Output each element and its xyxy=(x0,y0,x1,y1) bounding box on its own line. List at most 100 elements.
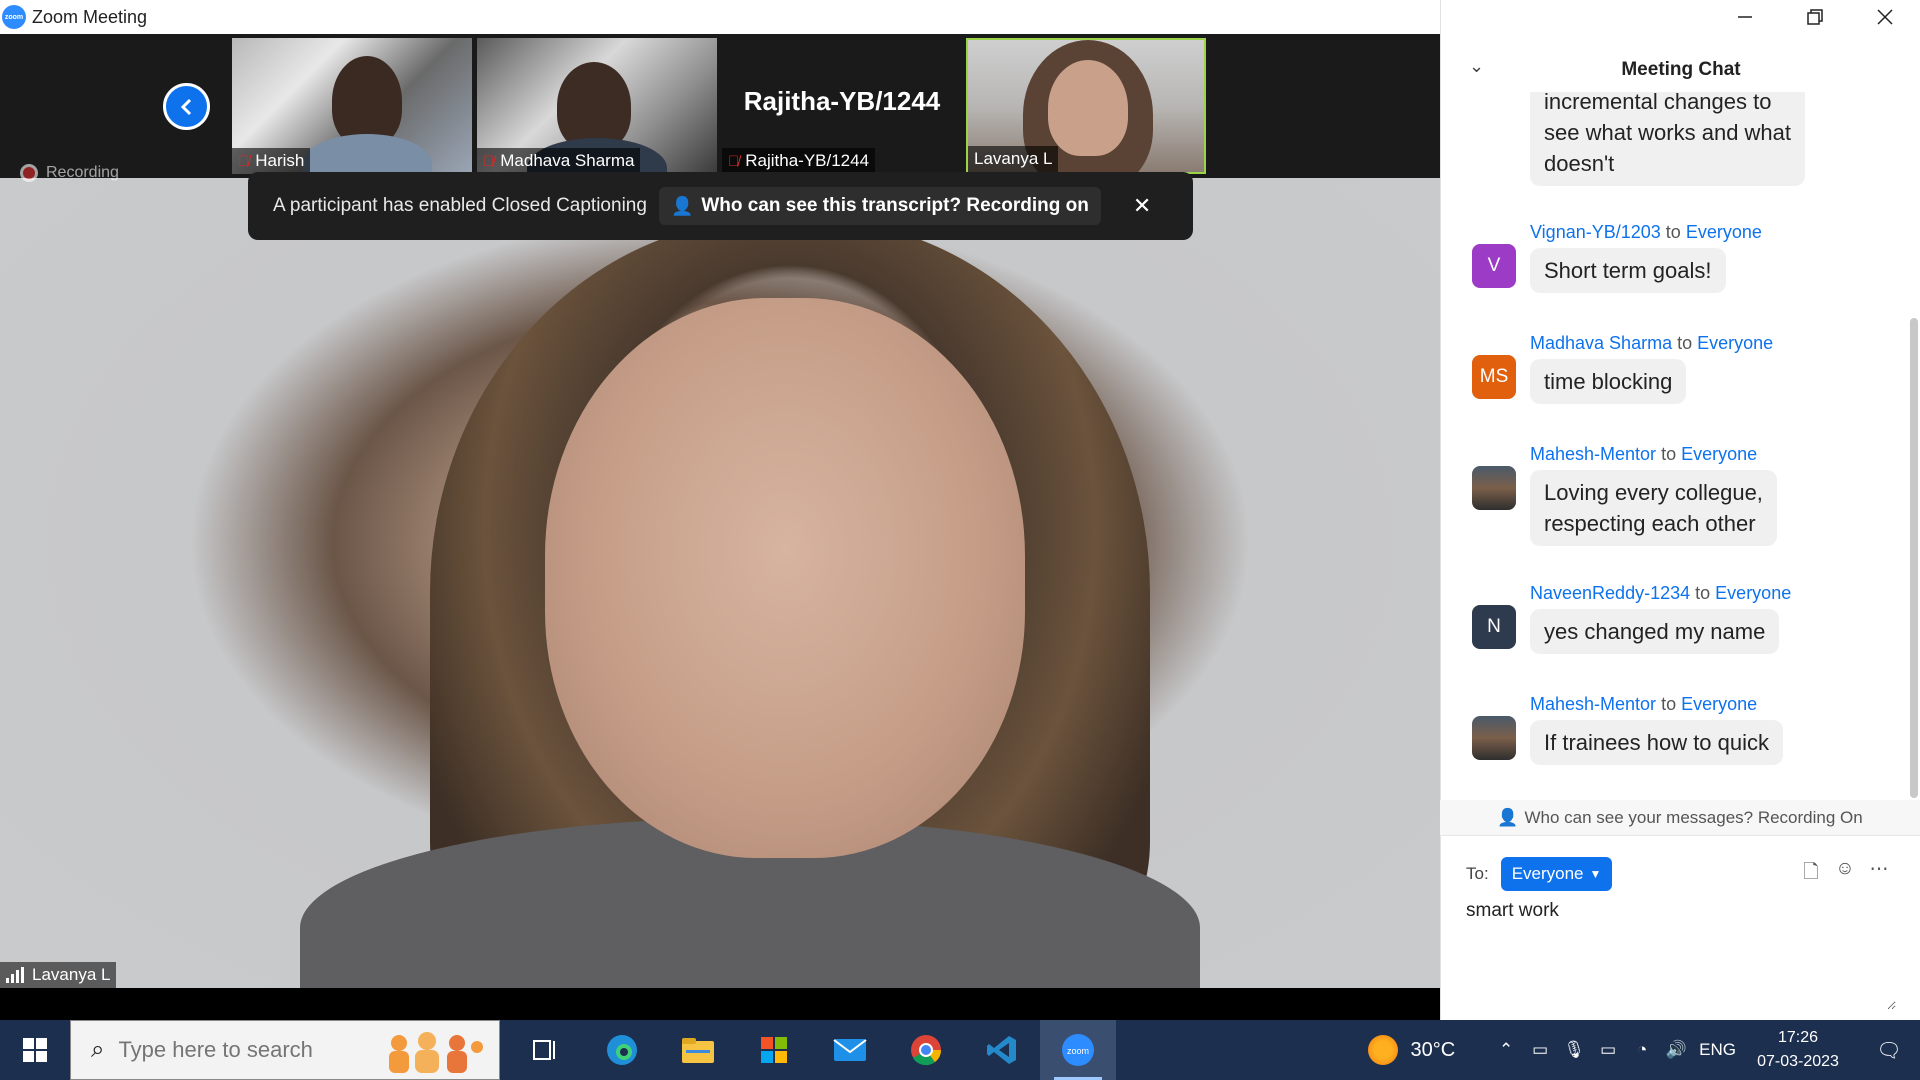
close-icon[interactable]: ✕ xyxy=(1133,193,1151,219)
recording-indicator[interactable]: Recording xyxy=(20,164,119,182)
message-recipient: Everyone xyxy=(1681,694,1758,714)
chat-title: Meeting Chat xyxy=(1621,59,1741,80)
chrome-icon xyxy=(911,1035,941,1066)
taskbar-search[interactable]: ⌕ xyxy=(70,1020,500,1080)
message-to-word: to xyxy=(1665,222,1681,242)
file-explorer-button[interactable] xyxy=(660,1020,736,1080)
emoji-icon[interactable]: ☺ xyxy=(1828,858,1862,890)
search-input[interactable] xyxy=(118,1037,379,1063)
mail-button[interactable] xyxy=(812,1020,888,1080)
edge-button[interactable] xyxy=(584,1020,660,1080)
participant-big-name: Rajitha-YB/1244 xyxy=(743,86,941,116)
previous-page-button[interactable] xyxy=(163,83,210,130)
participant-silhouette xyxy=(332,56,402,146)
recipient-row: To: Everyone ▼ 🗋 ☺ ⋯ xyxy=(1440,856,1920,892)
person-info-icon: 👤 xyxy=(670,195,694,216)
chrome-button[interactable] xyxy=(888,1020,964,1080)
message-line: If trainees how to quick xyxy=(1544,730,1770,755)
participant-name-label: 🎙̸ Madhava Sharma xyxy=(477,148,641,174)
main-video xyxy=(0,178,1440,988)
more-icon[interactable]: ⋯ xyxy=(1862,858,1896,890)
participant-tile-harish[interactable]: 🎙̸ Harish xyxy=(232,38,472,174)
speaker-face xyxy=(545,298,1025,858)
participant-name: Lavanya L xyxy=(974,149,1053,168)
restore-icon xyxy=(1807,9,1823,25)
message-sender[interactable]: Mahesh-Mentor xyxy=(1530,694,1656,714)
title-bar: zoom Zoom Meeting xyxy=(0,0,1440,34)
message-line: respecting each other xyxy=(1544,511,1756,536)
volume-icon[interactable]: 🔊 xyxy=(1659,1040,1693,1060)
transcript-visibility-button[interactable]: 👤 Who can see this transcript? Recording… xyxy=(658,187,1101,225)
meet-now-icon[interactable]: ▭ xyxy=(1523,1040,1557,1060)
message-bubble[interactable]: Short term goals! xyxy=(1530,248,1726,293)
vscode-button[interactable] xyxy=(964,1020,1040,1080)
weather-widget[interactable]: 30°C xyxy=(1368,1035,1455,1065)
participant-silhouette xyxy=(557,62,631,150)
message-sender[interactable]: Madhava Sharma xyxy=(1530,333,1672,353)
recipient-select[interactable]: Everyone ▼ xyxy=(1500,857,1613,891)
edge-browser-icon xyxy=(607,1035,637,1065)
chevron-left-icon xyxy=(180,98,191,115)
signal-strength-icon xyxy=(6,967,26,983)
participant-name-label: 🎙̸ Rajitha-YB/1244 xyxy=(722,148,876,174)
message-line: Short term goals! xyxy=(1544,258,1712,283)
store-button[interactable] xyxy=(736,1020,812,1080)
message-sender[interactable]: NaveenReddy-1234 xyxy=(1530,583,1690,603)
chat-scrollbar[interactable] xyxy=(1910,318,1918,798)
minimize-button[interactable] xyxy=(1710,0,1780,34)
file-icon[interactable]: 🗋 xyxy=(1794,858,1828,890)
close-button[interactable] xyxy=(1850,0,1920,34)
clock-date: 07-03-2023 xyxy=(1757,1053,1839,1070)
closed-caption-banner: A participant has enabled Closed Caption… xyxy=(248,172,1193,240)
language-indicator[interactable]: ENG xyxy=(1699,1040,1736,1060)
mic-muted-icon: 🎙̸ xyxy=(238,152,250,170)
task-view-icon xyxy=(533,1040,555,1060)
message-sender[interactable]: Vignan-YB/1203 xyxy=(1530,222,1661,242)
participant-shirt xyxy=(302,134,432,174)
thumbnail-strip: 🎙̸ Harish 🎙̸ Madhava Sharma Rajitha-YB/124… xyxy=(0,34,1440,178)
message-privacy-note[interactable]: 👤 Who can see your messages? Recording O… xyxy=(1440,800,1920,836)
microphone-icon[interactable]: 🎙 xyxy=(1557,1040,1591,1060)
chevron-down-icon[interactable]: ⌄ xyxy=(1469,56,1484,77)
message-bubble[interactable]: If trainees how to quick xyxy=(1530,720,1784,765)
mail-icon xyxy=(833,1039,867,1061)
close-window-icon xyxy=(1877,9,1893,25)
speaker-name: Lavanya L xyxy=(32,965,111,984)
task-view-button[interactable] xyxy=(508,1020,584,1080)
taskbar: ⌕ zoom 30°C ⌃ ▭ 🎙 ▭ xyxy=(0,1020,1920,1080)
wifi-icon[interactable]: ◔ xyxy=(1625,1040,1659,1060)
chat-messages[interactable]: incremental changes to see what works an… xyxy=(1441,92,1911,795)
search-highlight-art xyxy=(389,1032,483,1073)
battery-icon[interactable]: ▭ xyxy=(1591,1040,1625,1060)
participant-tile-rajitha[interactable]: Rajitha-YB/1244 🎙̸ Rajitha-YB/1244 xyxy=(722,38,962,174)
privacy-note-text: Who can see your messages? Recording On xyxy=(1524,807,1863,827)
avatar: N xyxy=(1472,605,1516,649)
message-sender[interactable]: Mahesh-Mentor xyxy=(1530,444,1656,464)
message-bubble[interactable]: Loving every collegue, respecting each o… xyxy=(1530,470,1777,546)
message-bubble[interactable]: time blocking xyxy=(1530,359,1687,404)
chevron-up-icon[interactable]: ⌃ xyxy=(1489,1040,1523,1060)
recording-label: Recording xyxy=(46,164,119,181)
minimize-icon xyxy=(1738,16,1752,18)
participant-tile-madhava[interactable]: 🎙̸ Madhava Sharma xyxy=(477,38,717,174)
clock[interactable]: 17:26 07-03-2023 xyxy=(1748,1026,1848,1074)
zoom-taskbar-button[interactable]: zoom xyxy=(1040,1020,1116,1080)
folder-icon xyxy=(682,1038,714,1063)
message-bubble[interactable]: yes changed my name xyxy=(1530,609,1780,654)
message-line: yes changed my name xyxy=(1544,619,1766,644)
start-button[interactable] xyxy=(0,1020,70,1080)
windows-logo-icon xyxy=(23,1038,47,1062)
speaker-name-label: Lavanya L xyxy=(0,962,117,988)
message-bubble[interactable]: incremental changes to see what works an… xyxy=(1530,92,1806,186)
message-header: Vignan-YB/1203 to Everyone xyxy=(1530,222,1762,243)
restore-button[interactable] xyxy=(1780,0,1850,34)
chat-input[interactable] xyxy=(1466,900,1896,1010)
participant-name: Harish xyxy=(255,151,305,170)
system-tray: 30°C ⌃ ▭ 🎙 ▭ ◔ 🔊 ENG 17:26 07-03-2023 🗨 xyxy=(1368,1020,1920,1080)
avatar: V xyxy=(1472,244,1516,288)
avatar xyxy=(1472,466,1516,510)
avatar xyxy=(1472,716,1516,760)
message-header: Mahesh-Mentor to Everyone xyxy=(1530,444,1757,465)
participant-tile-lavanya[interactable]: Lavanya L xyxy=(966,38,1206,174)
notification-icon[interactable]: 🗨 xyxy=(1858,1038,1920,1063)
